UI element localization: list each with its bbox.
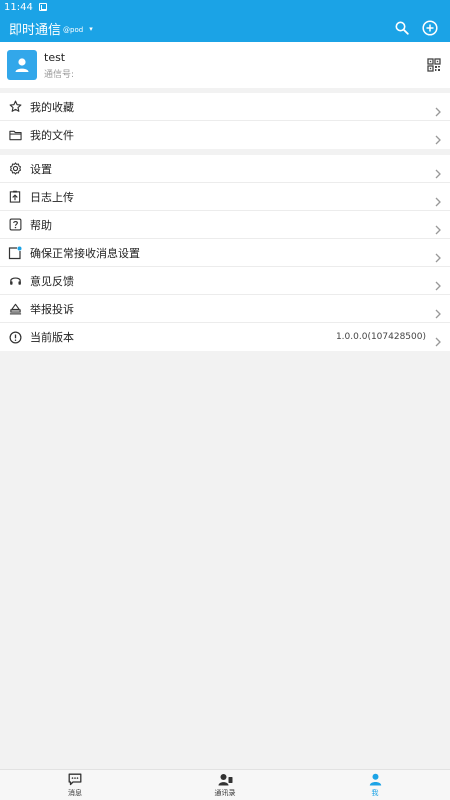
menu-group-1: 我的收藏 我的文件 <box>0 93 450 149</box>
menu-item-files[interactable]: 我的文件 <box>0 121 450 149</box>
menu-item-favorites[interactable]: 我的收藏 <box>0 93 450 121</box>
menu-item-report[interactable]: 举报投诉 <box>0 295 450 323</box>
app-title: 即时通信 <box>9 22 62 38</box>
folder-icon <box>8 128 22 142</box>
profile-id-label: 通信号: <box>44 69 75 80</box>
nav-messages[interactable]: 消息 <box>0 770 150 800</box>
menu-item-message-settings[interactable]: 确保正常接收消息设置 <box>0 239 450 267</box>
menu-item-log-upload[interactable]: 日志上传 <box>0 183 450 211</box>
nav-label: 消息 <box>68 788 82 797</box>
help-icon <box>8 218 22 232</box>
menu-item-version[interactable]: 当前版本 1.0.0.0(107428500) <box>0 323 450 351</box>
contacts-icon <box>218 773 232 785</box>
app-bar: 即时通信 @pod ▾ <box>0 14 450 42</box>
add-circle-icon[interactable] <box>420 18 440 38</box>
nav-label: 通讯录 <box>214 788 236 797</box>
notification-settings-icon <box>8 246 22 260</box>
report-icon <box>8 302 22 316</box>
menu-item-label: 设置 <box>30 162 52 176</box>
status-time: 11:44 <box>4 1 33 13</box>
chevron-right-icon <box>435 248 441 267</box>
menu-item-settings[interactable]: 设置 <box>0 155 450 183</box>
message-icon <box>68 773 82 785</box>
version-value: 1.0.0.0(107428500) <box>335 332 426 342</box>
menu-item-label: 日志上传 <box>30 190 74 204</box>
avatar-person-icon <box>15 58 29 72</box>
qr-code-icon[interactable] <box>427 57 441 76</box>
headset-icon <box>8 274 22 288</box>
menu-item-label: 意见反馈 <box>30 274 74 288</box>
chevron-right-icon <box>435 192 441 211</box>
gear-icon <box>8 162 22 176</box>
upload-icon <box>8 190 22 204</box>
chevron-right-icon <box>435 102 441 121</box>
notification-icon <box>38 3 47 11</box>
dropdown-caret-icon[interactable]: ▾ <box>89 25 93 33</box>
nav-contacts[interactable]: 通讯录 <box>150 770 300 800</box>
info-icon <box>8 330 22 344</box>
menu-item-label: 确保正常接收消息设置 <box>30 246 140 260</box>
app-subtitle: @pod <box>63 25 84 34</box>
menu-item-label: 当前版本 <box>30 331 74 344</box>
menu-item-label: 我的收藏 <box>30 100 74 114</box>
chevron-right-icon <box>435 304 441 323</box>
profile-name: test <box>44 50 66 64</box>
chevron-right-icon <box>435 276 441 295</box>
profile-card[interactable]: test 通信号: <box>0 42 450 88</box>
status-bar: 11:44 <box>0 0 450 14</box>
chevron-right-icon <box>435 332 441 351</box>
menu-item-label: 我的文件 <box>30 129 74 142</box>
avatar[interactable] <box>7 50 37 80</box>
menu-item-feedback[interactable]: 意见反馈 <box>0 267 450 295</box>
menu-item-label: 举报投诉 <box>30 302 74 316</box>
chevron-right-icon <box>435 164 441 183</box>
menu-item-label: 帮助 <box>30 218 52 232</box>
star-icon <box>8 100 22 114</box>
menu-group-2: 设置 日志上传 帮助 确保正常接收消息设置 意见反馈 举报投诉 当前版本 1.0… <box>0 155 450 351</box>
search-icon[interactable] <box>392 18 412 38</box>
person-icon <box>369 773 381 785</box>
nav-me[interactable]: 我 <box>300 770 450 800</box>
menu-item-help[interactable]: 帮助 <box>0 211 450 239</box>
bottom-nav: 消息 通讯录 我 <box>0 769 450 800</box>
chevron-right-icon <box>435 130 441 149</box>
chevron-right-icon <box>435 220 441 239</box>
nav-label: 我 <box>371 788 379 797</box>
